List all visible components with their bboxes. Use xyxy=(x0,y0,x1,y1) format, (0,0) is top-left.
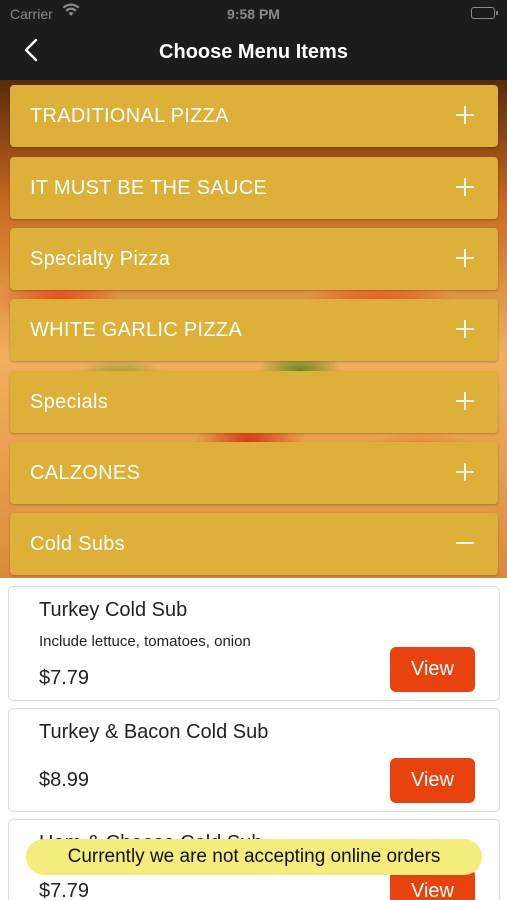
not-accepting-orders-toast: Currently we are not accepting online or… xyxy=(26,839,482,875)
category-label: Specials xyxy=(30,391,108,413)
minus-icon xyxy=(454,532,476,554)
item-price: $7.79 xyxy=(39,667,90,689)
category-it-must-be-the-sauce[interactable]: IT MUST BE THE SAUCE xyxy=(10,157,498,219)
category-specialty-pizza[interactable]: Specialty Pizza xyxy=(10,228,498,290)
plus-icon xyxy=(454,247,476,269)
navigation-bar: Choose Menu Items xyxy=(0,28,507,80)
item-description: Include lettuce, tomatoes, onion xyxy=(39,633,251,650)
status-time: 9:58 PM xyxy=(227,6,280,22)
item-price: $7.79 xyxy=(39,880,90,900)
battery-icon xyxy=(471,7,498,19)
category-label: WHITE GARLIC PIZZA xyxy=(30,319,243,341)
view-button[interactable]: View xyxy=(390,647,475,692)
category-traditional-pizza[interactable]: TRADITIONAL PIZZA xyxy=(10,85,498,147)
category-label: Cold Subs xyxy=(30,533,125,555)
category-label: TRADITIONAL PIZZA xyxy=(30,105,229,127)
category-label: CALZONES xyxy=(30,462,141,484)
item-name: Turkey Cold Sub xyxy=(39,599,188,621)
category-cold-subs[interactable]: Cold Subs xyxy=(10,513,498,575)
category-white-garlic-pizza[interactable]: WHITE GARLIC PIZZA xyxy=(10,299,498,361)
menu-item-card: Turkey & Bacon Cold Sub $8.99 View xyxy=(8,708,500,812)
category-label: Specialty Pizza xyxy=(30,248,171,270)
plus-icon xyxy=(454,318,476,340)
item-price: $8.99 xyxy=(39,769,90,791)
plus-icon xyxy=(454,390,476,412)
status-bar: Carrier 9:58 PM xyxy=(0,0,507,28)
category-label: IT MUST BE THE SAUCE xyxy=(30,177,268,199)
category-calzones[interactable]: CALZONES xyxy=(10,442,498,504)
plus-icon xyxy=(454,176,476,198)
page-title: Choose Menu Items xyxy=(159,41,348,63)
item-name: Turkey & Bacon Cold Sub xyxy=(39,721,269,743)
category-specials[interactable]: Specials xyxy=(10,371,498,433)
view-button[interactable]: View xyxy=(390,758,475,803)
menu-item-card: Turkey Cold Sub Include lettuce, tomatoe… xyxy=(8,586,500,701)
plus-icon xyxy=(454,104,476,126)
plus-icon xyxy=(454,461,476,483)
